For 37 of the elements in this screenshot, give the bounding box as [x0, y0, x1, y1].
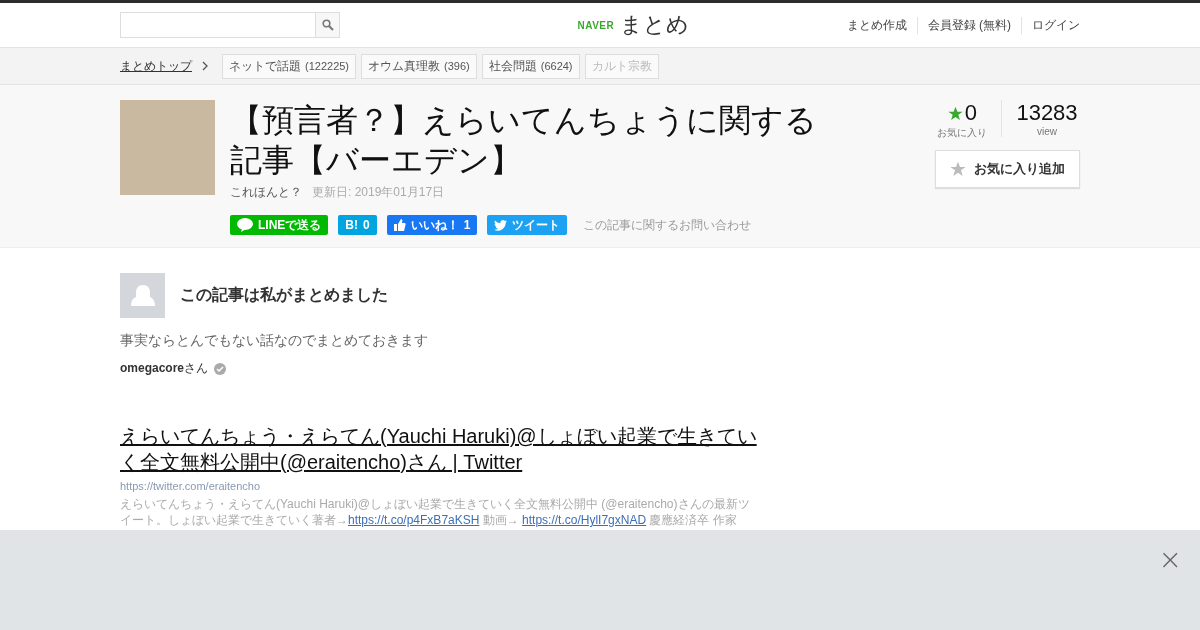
view-label: view — [1037, 126, 1057, 137]
favorite-count: 0 — [964, 100, 978, 126]
breadcrumb-link[interactable]: まとめトップ — [120, 57, 192, 75]
avatar-icon — [120, 273, 165, 318]
star-icon — [950, 161, 966, 177]
bird-icon — [494, 219, 508, 231]
close-button[interactable]: × — [1158, 546, 1182, 574]
description-link[interactable]: https://t.co/HylI7gxNAD — [522, 513, 647, 527]
nav-link[interactable]: 会員登録 (無料) — [916, 16, 1021, 34]
link-card-url: https://twitter.com/eraitencho — [120, 480, 261, 492]
facebook-share-button[interactable]: いいね！ 1 — [386, 215, 478, 235]
star-icon — [947, 105, 963, 121]
add-favorite-button[interactable]: お気に入り追加 — [935, 150, 1080, 188]
chevron-right-icon — [201, 60, 209, 72]
curator-name[interactable]: omegacoreさん — [120, 360, 209, 377]
nav-link[interactable]: ログイン — [1021, 16, 1080, 34]
tag-link[interactable]: 社会問題 (6624) — [481, 53, 580, 79]
curator-description: 事実ならとんでもない話なのでまとめておきます — [120, 332, 429, 350]
favorite-label: お気に入り — [937, 126, 988, 140]
search-field[interactable] — [120, 12, 340, 38]
link-card-description: えらいてんちょう・えらてん(Yauchi Haruki)@しょぼい起業で生きていく全文無料公開中 (@eraitencho)さんの最新ツイート。しょぼい起業で生きていく著者→https://t.co/p4FxB7aKSH 動画→ https://t.co/HylI7gxNAD 慶應経済卒 作家 — [120, 496, 751, 528]
search-button[interactable] — [315, 13, 339, 37]
view-count: 13283 — [1016, 100, 1078, 126]
author-name[interactable]: これほんと？ — [230, 184, 302, 201]
thumbs-up-icon — [393, 219, 406, 231]
updated-date: 更新日: 2019年01月17日 — [312, 184, 445, 201]
curator-heading: この記事は私がまとめました — [180, 285, 388, 305]
link-card-title[interactable]: えらいてんちょう・えらてん(Yauchi Haruki)@しょぼい起業で生きていく全文無料公開中(@eraitencho)さん | Twitter — [120, 423, 760, 475]
tag-link[interactable]: ネットで話題 (122225) — [222, 53, 357, 79]
speech-bubble-icon — [237, 218, 253, 232]
article-title: 【預言者？】えらいてんちょうに関する記事【バーエデン】 — [230, 101, 818, 180]
logo-text[interactable]: まとめ — [620, 10, 690, 40]
search-icon — [321, 19, 334, 31]
tag-link[interactable]: オウム真理教 (396) — [361, 53, 477, 79]
verified-check-icon — [214, 362, 227, 375]
description-link[interactable]: https://t.co/p4FxB7aKSH — [348, 513, 480, 527]
nav-link[interactable]: まとめ作成 — [836, 16, 917, 34]
